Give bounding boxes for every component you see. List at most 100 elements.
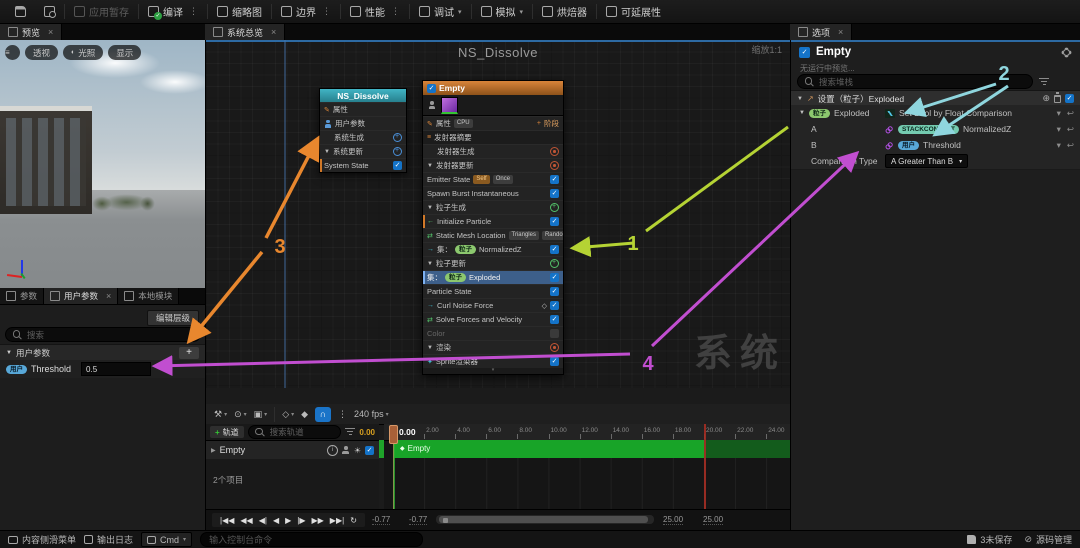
timeline-scrollbar[interactable] [436,515,654,524]
property-row-A[interactable]: A STACKCONTEXT NormalizedZ ▾ ↩ [791,121,1080,138]
cmd-dropdown[interactable]: Cmd ▾ [141,532,193,547]
tools-dropdown[interactable]: ⚒ ▾ [214,409,227,420]
stack-row-集-[interactable]: → 集： 粒子 NormalizedZ ✓ [423,242,563,256]
spawn-warning-icon[interactable] [550,343,559,352]
reset-icon[interactable]: ↩ [1067,124,1074,135]
property-row-B[interactable]: B 用户 Threshold ▾ ↩ [791,137,1080,154]
expand-icon[interactable]: ▶ [211,447,216,454]
tab-参数[interactable]: 参数 [0,288,45,304]
params-search-input[interactable]: 搜索 [5,327,201,342]
reset-icon[interactable]: ↩ [1067,140,1074,151]
chevron-down-icon[interactable]: ▾ [1057,108,1061,119]
threshold-param-row[interactable]: 用户 Threshold 0.5 [0,360,205,378]
stack-row-集-[interactable]: 集： 粒子 Exploded ✓ [423,270,563,284]
viewport-lit-button[interactable]: ◐ 光照 [63,45,104,60]
stack-row-粒子生成[interactable]: ▼ 粒子生成 [423,200,563,214]
viewport-perspective-button[interactable]: 透视 [25,45,59,60]
property-row-Exploded[interactable]: ▼ 粒子 Exploded Set Bool by Float Comparison ▾… [791,105,1080,122]
edit-hierarchy-button[interactable]: 编辑层级 [146,310,199,326]
stack-row-系统更新[interactable]: ▼ 系统更新 [320,144,406,158]
toolbar-button-baker[interactable]: 烘焙器 [533,0,596,23]
camera-options-dropdown[interactable]: ▣ ▾ [254,409,268,420]
add-track-button[interactable]: + 轨道 [210,426,244,438]
info-icon[interactable]: i [326,444,338,456]
range-start-value[interactable]: -0.77 [372,515,391,525]
enabled-checkbox[interactable]: ✓ [550,287,559,296]
chevron-down-icon[interactable]: ▼ [799,110,805,116]
stack-row-Particle-State[interactable]: Particle State ✓ [423,284,563,298]
to-front-button[interactable]: |◀◀ [220,516,234,525]
close-icon[interactable]: × [271,27,276,37]
tab-用户参数[interactable]: 用户参数 × [44,288,119,304]
chevron-down-icon[interactable]: ▾ [1057,124,1061,135]
stack-search-input[interactable]: 搜索堆栈 [797,74,1033,89]
system-node[interactable]: NS_Dissolve ✎属性用户参数系统生成▼系统更新System State… [319,88,407,173]
stack-row-发射器更新[interactable]: ▼ 发射器更新 [423,158,563,172]
keyframe-options-dropdown[interactable]: ◇ ▾ [282,409,294,420]
snap-magnet-button[interactable]: ∩ [315,406,332,422]
view-options-dropdown[interactable]: ⊙ ▾ [234,409,247,420]
step-forward-button[interactable]: |▶ [297,516,305,525]
toolbar-button-debug[interactable]: 调试 ▾ [410,0,471,23]
module-enabled-checkbox[interactable]: ✓ [1065,94,1074,103]
playhead-handle[interactable] [389,425,398,444]
enabled-checkbox[interactable]: ✓ [550,273,559,282]
stack-row-系统生成[interactable]: 系统生成 [320,130,406,144]
scrollbar-handle[interactable] [439,516,648,523]
enabled-checkbox[interactable]: ✓ [550,189,559,198]
tab-preview[interactable]: 预览 × [0,24,63,40]
filter-icon[interactable] [1039,77,1049,86]
toolbar-button-bounds[interactable]: 边界 ⋮ [272,0,340,23]
stack-row-渲染[interactable]: ▼ 渲染 [423,340,563,354]
emitter-node[interactable]: ✓ Empty ✎ 属性 CPU + 阶段 ≡ 发射器摘要 发射器生成 ▼ 发射器更新 Em… [422,80,564,375]
chevron-down-icon[interactable]: ▼ [324,149,330,155]
reset-icon[interactable]: ↩ [1067,108,1074,119]
stack-row-Color[interactable]: Color [423,326,563,340]
spawn-warning-icon[interactable] [550,161,559,170]
play-button[interactable]: ▶ [285,516,291,525]
loop-button[interactable]: ↻ [350,516,357,525]
view-start-value[interactable]: -0.77 [409,515,428,525]
property-value[interactable]: A Greater Than B ▾ [885,154,1080,168]
tab-selection[interactable]: 选项 × [790,24,853,40]
toolbar-button-simulate[interactable]: 模拟 ▾ [472,0,533,23]
emitter-track-row[interactable]: ▶ Empty i ☀ ✓ [206,440,379,459]
disabled-checkbox[interactable] [550,329,559,338]
chevron-down-icon[interactable]: ▼ [427,205,433,211]
option-chip[interactable]: Once [492,175,514,184]
stack-row-System-State[interactable]: System State ✓ [320,158,406,172]
property-value[interactable]: STACKCONTEXT NormalizedZ [885,124,1057,134]
add-module-icon[interactable] [550,203,559,212]
toolbar-button-performance[interactable]: 性能 ⋮ [341,0,409,23]
stack-row-属性[interactable]: ✎ 属性 [320,102,406,116]
option-chip[interactable]: Self [473,175,490,184]
source-control-button[interactable]: ⊘ 源码管理 [1024,533,1072,546]
viewport-show-button[interactable]: 显示 [108,45,142,60]
system-overview-graph[interactable]: NS_Dissolve 缩放1:1 系统 NS_Dissolve ✎ 属性 用户参数… [205,40,790,388]
close-icon[interactable]: × [838,27,843,37]
stack-row-Emitter-State[interactable]: Emitter State Self Once ✓ [423,172,563,186]
emitter-node-header[interactable]: ✓ Empty [423,81,563,95]
more-icon[interactable]: ⋮ [391,6,400,17]
viewport-menu-button[interactable]: ≡ [5,45,20,60]
tab-本地模块[interactable]: 本地模块 [118,288,180,304]
more-icon[interactable]: ⋮ [189,6,198,17]
track-search-input[interactable]: 搜索轨道 [247,425,342,439]
toolbar-button-scalability[interactable]: 可延展性 [597,0,670,23]
enabled-checkbox[interactable]: ✓ [550,175,559,184]
track-enabled-checkbox[interactable]: ✓ [365,445,374,455]
trash-icon[interactable] [1054,92,1061,103]
enabled-checkbox[interactable]: ✓ [550,245,559,254]
more-icon[interactable]: ⋮ [338,409,347,420]
fps-dropdown[interactable]: 240 fps ▾ [354,409,389,419]
enabled-checkbox[interactable]: ✓ [393,161,402,170]
close-icon[interactable]: × [48,27,53,37]
option-chip[interactable]: Random [541,231,563,240]
close-icon[interactable]: × [106,291,111,301]
unsaved-button[interactable]: 3未保存 [967,533,1012,546]
link-icon[interactable] [885,140,895,150]
toolbar-button-thumbnail[interactable]: 缩略图 [208,0,271,23]
jump-forward-button[interactable]: ▶▶ [311,516,323,525]
add-module-icon[interactable] [393,147,402,156]
enabled-checkbox[interactable]: ✓ [550,301,559,310]
